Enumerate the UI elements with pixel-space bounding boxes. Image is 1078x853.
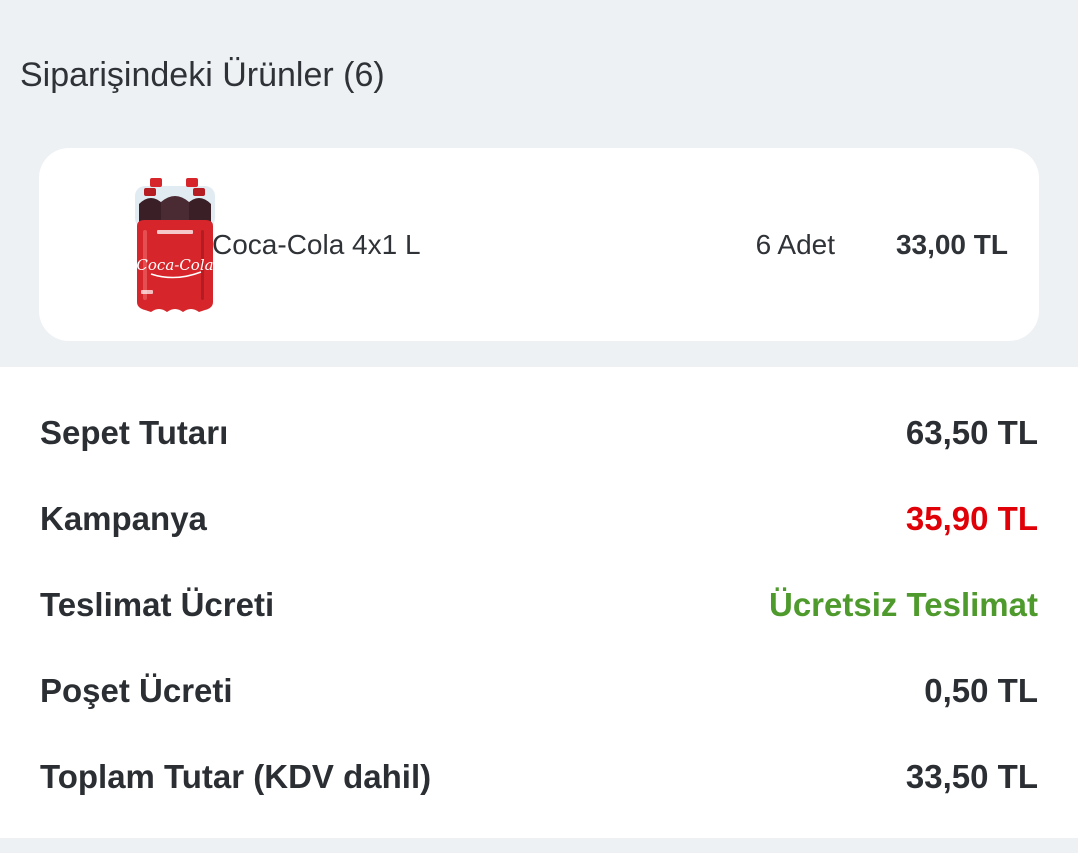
section-title: Siparişindeki Ürünler (6) (20, 56, 385, 94)
campaign-value: 35,90 TL (905, 500, 1038, 537)
bottom-divider (0, 838, 1078, 853)
product-quantity: 6 Adet (755, 229, 835, 260)
basket-total-value: 63,50 TL (905, 414, 1038, 451)
svg-text:Coca-Cola: Coca-Cola (136, 256, 213, 274)
grand-total-label: Toplam Tutar (KDV dahil) (40, 758, 432, 795)
product-name: Coca-Cola 4x1 L (212, 229, 421, 260)
grand-total-row: Toplam Tutar (KDV dahil) 33,50 TL (40, 752, 1038, 802)
campaign-label: Kampanya (40, 500, 207, 537)
bag-fee-row: Poşet Ücreti 0,50 TL (40, 666, 1038, 716)
basket-total-row: Sepet Tutarı 63,50 TL (40, 408, 1038, 458)
campaign-row: Kampanya 35,90 TL (40, 494, 1038, 544)
order-items-section: Siparişindeki Ürünler (6) Coca-Cola Coca… (0, 0, 1078, 367)
bag-fee-value: 0,50 TL (924, 672, 1038, 709)
bag-fee-label: Poşet Ücreti (40, 672, 233, 709)
delivery-fee-label: Teslimat Ücreti (40, 586, 275, 623)
coca-cola-bottles-icon: Coca-Cola (135, 178, 215, 312)
delivery-fee-row: Teslimat Ücreti Ücretsiz Teslimat (40, 580, 1038, 630)
coca-cola-bottle-pack-image: Coca-Cola (129, 176, 221, 316)
price-summary: Sepet Tutarı 63,50 TL Kampanya 35,90 TL … (0, 367, 1078, 838)
grand-total-value: 33,50 TL (905, 758, 1038, 795)
product-price: 33,00 TL (895, 229, 1008, 260)
product-card[interactable]: Coca-Cola Coca-Cola 4x1 L 6 Adet 33,00 T… (39, 148, 1039, 341)
delivery-fee-value: Ücretsiz Teslimat (769, 586, 1038, 623)
basket-total-label: Sepet Tutarı (40, 414, 229, 451)
